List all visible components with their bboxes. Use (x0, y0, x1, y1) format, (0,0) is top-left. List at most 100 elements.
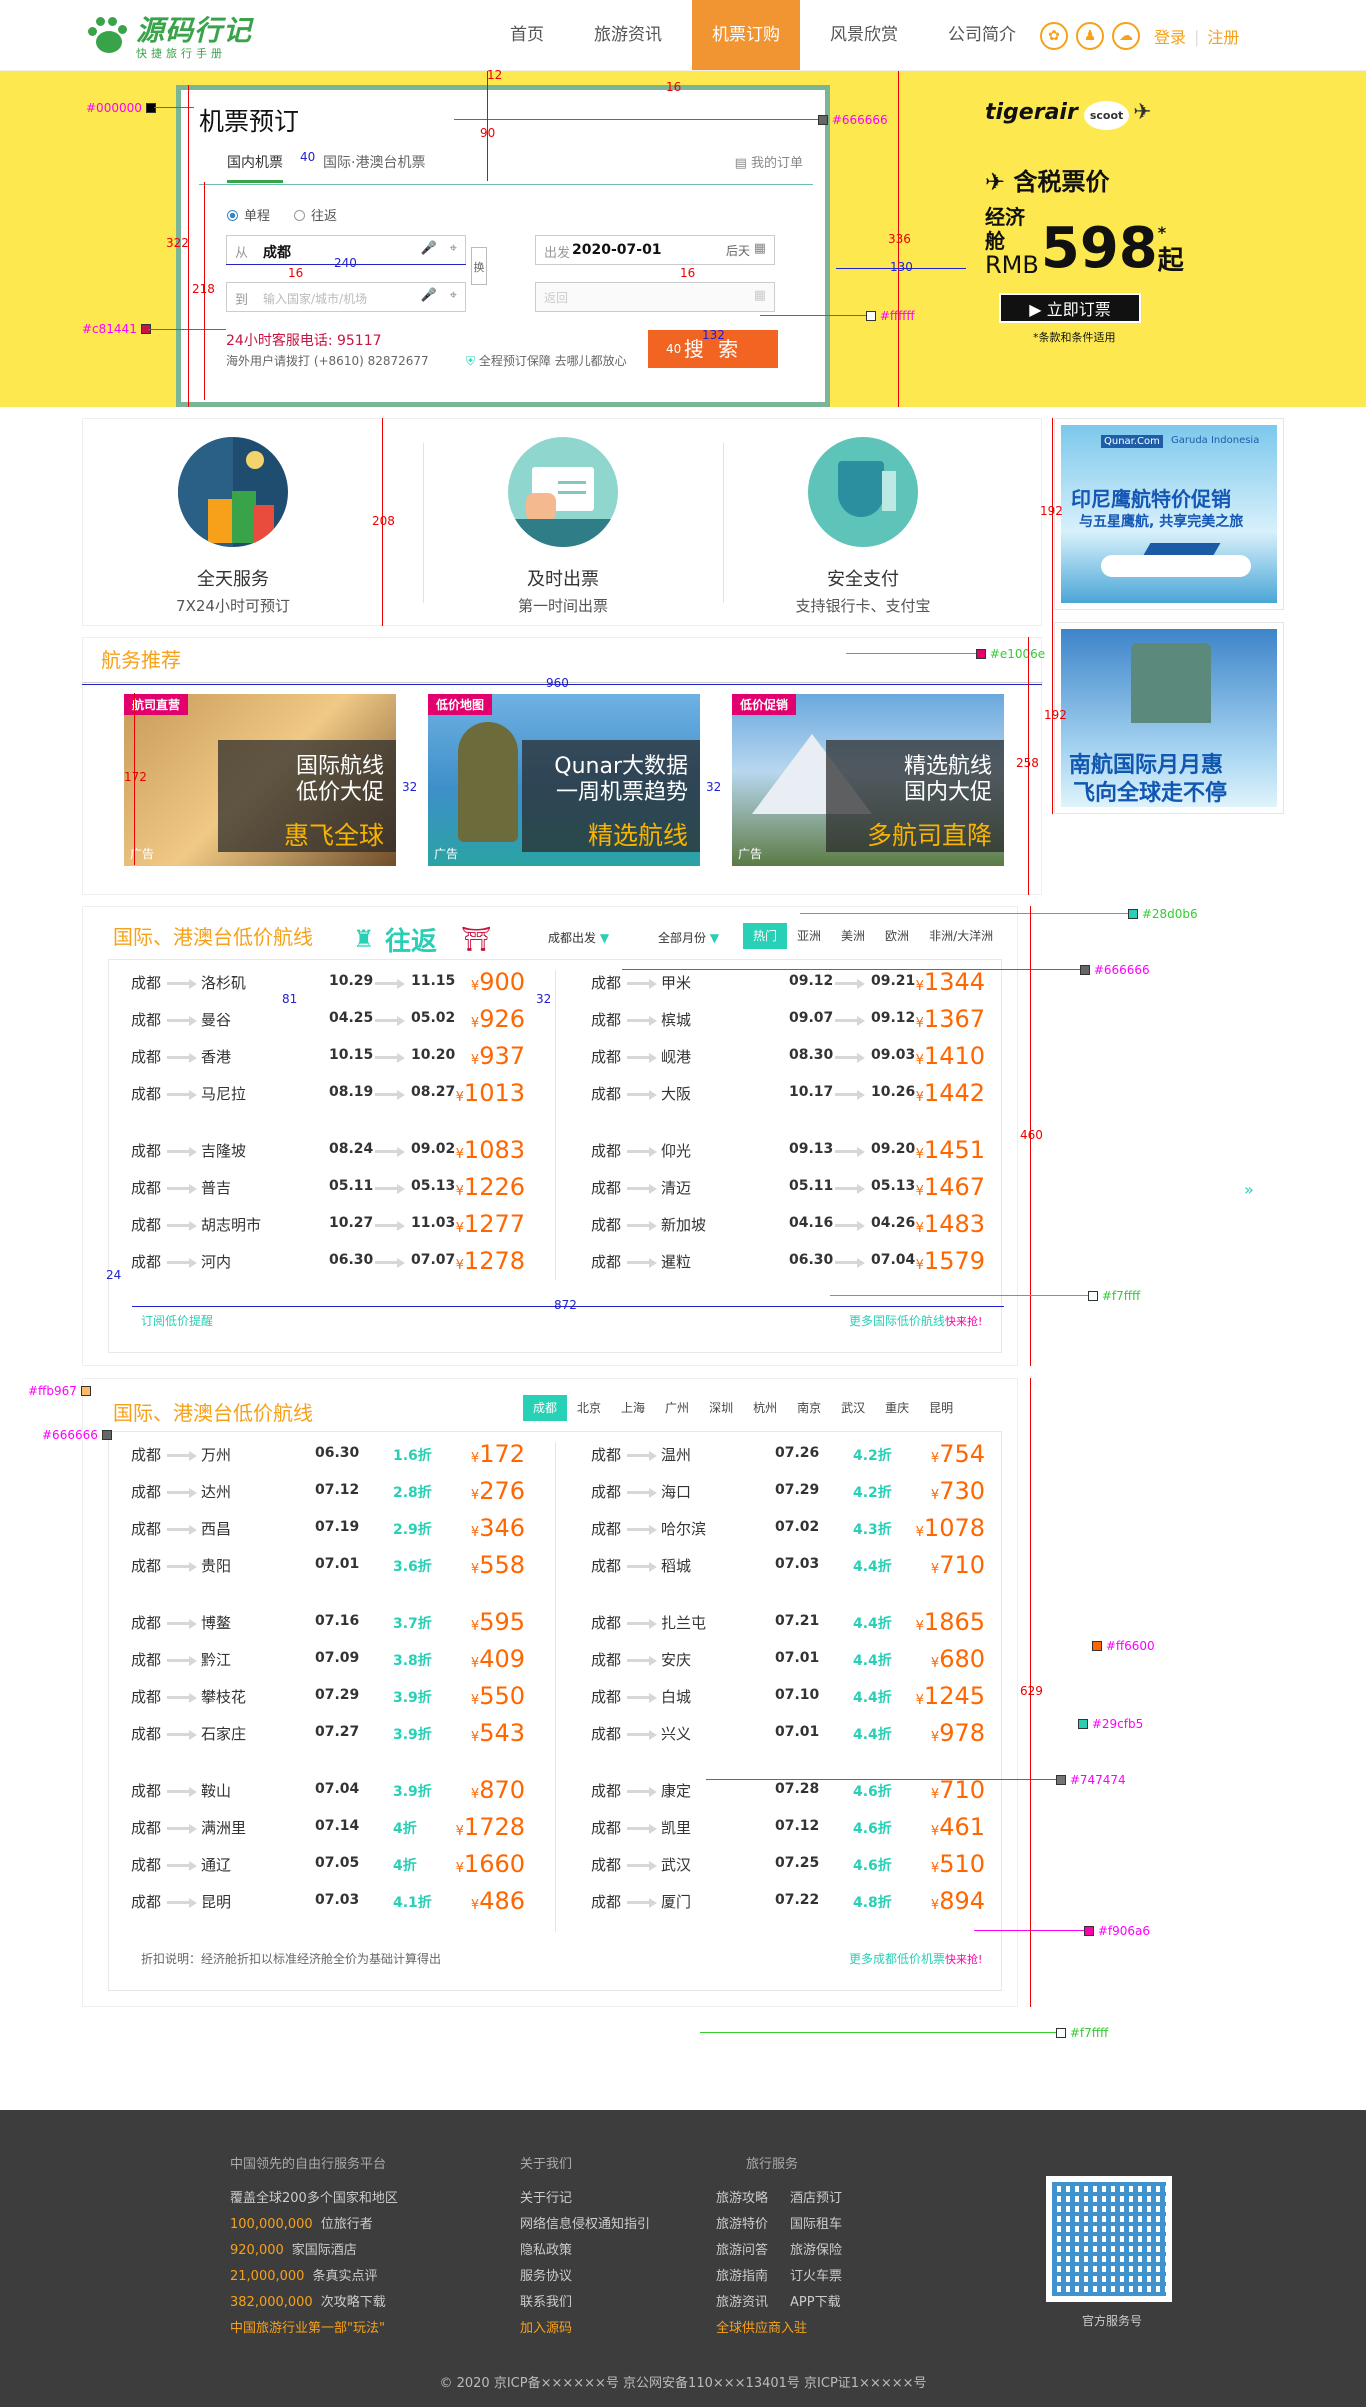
route-price[interactable]: ¥730 (931, 1477, 985, 1505)
route-row[interactable]: 成都 哈尔滨 07.02 4.3折 ¥1078 (591, 1514, 985, 1542)
microphone-icon[interactable]: 🎤 (421, 288, 437, 303)
route-price[interactable]: ¥680 (931, 1645, 985, 1673)
footer-link[interactable]: 旅游攻略 (716, 2186, 768, 2212)
more-domestic-link[interactable]: 更多成都低价机票快来抢! (849, 1950, 982, 1967)
route-price[interactable]: ¥1579 (916, 1247, 985, 1275)
route-row[interactable]: 成都 通辽 07.05 4折 ¥1660 (131, 1850, 525, 1878)
route-price[interactable]: ¥1083 (456, 1136, 525, 1164)
recommend-card[interactable]: 低价地图 Qunar大数据 一周机票趋势 精选航线 广告 (428, 694, 700, 866)
route-price[interactable]: ¥346 (471, 1514, 525, 1542)
footer-link[interactable]: 订火车票 (790, 2264, 842, 2290)
route-row[interactable]: 成都 清迈 05.11 05.13 ¥1467 (591, 1173, 985, 1201)
city-tab[interactable]: 深圳 (699, 1395, 743, 1421)
route-row[interactable]: 成都 西昌 07.19 2.9折 ¥346 (131, 1514, 525, 1542)
route-price[interactable]: ¥978 (931, 1719, 985, 1747)
route-price[interactable]: ¥510 (931, 1850, 985, 1878)
footer-link[interactable]: APP下载 (790, 2290, 842, 2316)
city-tab[interactable]: 北京 (567, 1395, 611, 1421)
route-row[interactable]: 成都 万州 06.30 1.6折 ¥172 (131, 1440, 525, 1468)
route-row[interactable]: 成都 贵阳 07.01 3.6折 ¥558 (131, 1551, 525, 1579)
route-row[interactable]: 成都 暹粒 06.30 07.04 ¥1579 (591, 1247, 985, 1275)
swap-cities-button[interactable]: 换 (471, 247, 487, 285)
route-row[interactable]: 成都 海口 07.29 4.2折 ¥730 (591, 1477, 985, 1505)
route-price[interactable]: ¥486 (471, 1887, 525, 1915)
route-price[interactable]: ¥1078 (916, 1514, 985, 1542)
city-tab[interactable]: 昆明 (919, 1395, 963, 1421)
route-row[interactable]: 成都 昆明 07.03 4.1折 ¥486 (131, 1887, 525, 1915)
route-row[interactable]: 成都 攀枝花 07.29 3.9折 ¥550 (131, 1682, 525, 1710)
route-row[interactable]: 成都 河内 06.30 07.07 ¥1278 (131, 1247, 525, 1275)
route-price[interactable]: ¥550 (471, 1682, 525, 1710)
route-price[interactable]: ¥1245 (916, 1682, 985, 1710)
route-row[interactable]: 成都 大阪 10.17 10.26 ¥1442 (591, 1079, 985, 1107)
route-row[interactable]: 成都 石家庄 07.27 3.9折 ¥543 (131, 1719, 525, 1747)
footer-link[interactable]: 网络信息侵权通知指引 (520, 2212, 650, 2238)
route-row[interactable]: 成都 扎兰屯 07.21 4.4折 ¥1865 (591, 1608, 985, 1636)
my-order-link[interactable]: ▤ 我的订单 (735, 152, 803, 171)
region-tab[interactable]: 亚洲 (787, 923, 831, 949)
city-tab[interactable]: 广州 (655, 1395, 699, 1421)
footer-link[interactable]: 旅游保险 (790, 2238, 842, 2264)
footer-link-join[interactable]: 加入源码 (520, 2316, 650, 2342)
route-price[interactable]: ¥276 (471, 1477, 525, 1505)
route-price[interactable]: ¥1467 (916, 1173, 985, 1201)
qq-icon[interactable]: ♟ (1076, 22, 1104, 50)
city-tab[interactable]: 武汉 (831, 1395, 875, 1421)
route-row[interactable]: 成都 厦门 07.22 4.8折 ¥894 (591, 1887, 985, 1915)
route-price[interactable]: ¥937 (471, 1042, 525, 1070)
nav-company[interactable]: 公司简介 (928, 0, 1036, 70)
radio-oneway[interactable]: 单程 (227, 205, 270, 224)
route-price[interactable]: ¥595 (471, 1608, 525, 1636)
route-price[interactable]: ¥1367 (916, 1005, 985, 1033)
route-row[interactable]: 成都 普吉 05.11 05.13 ¥1226 (131, 1173, 525, 1201)
region-tab[interactable]: 欧洲 (875, 923, 919, 949)
route-row[interactable]: 成都 新加坡 04.16 04.26 ¥1483 (591, 1210, 985, 1238)
depart-city-dropdown[interactable]: 成都出发 ▼ (548, 929, 609, 946)
route-price[interactable]: ¥1728 (456, 1813, 525, 1841)
footer-slogan[interactable]: 中国旅游行业第一部"玩法" (230, 2316, 398, 2342)
route-row[interactable]: 成都 白城 07.10 4.4折 ¥1245 (591, 1682, 985, 1710)
footer-link[interactable]: 旅游资讯 (716, 2290, 768, 2316)
route-row[interactable]: 成都 胡志明市 10.27 11.03 ¥1277 (131, 1210, 525, 1238)
to-field[interactable]: 到 输入国家/城市/机场 🎤 ⌖ (226, 282, 466, 312)
calendar-icon[interactable]: ▦ (754, 288, 766, 303)
nav-scenery[interactable]: 风景欣赏 (810, 0, 918, 70)
route-row[interactable]: 成都 岘港 08.30 09.03 ¥1410 (591, 1042, 985, 1070)
login-link[interactable]: 登录 (1154, 24, 1186, 48)
route-row[interactable]: 成都 稻城 07.03 4.4折 ¥710 (591, 1551, 985, 1579)
route-row[interactable]: 成都 达州 07.12 2.8折 ¥276 (131, 1477, 525, 1505)
depart-date-field[interactable]: 出发 2020-07-01 后天 ▦ (535, 235, 775, 265)
route-row[interactable]: 成都 温州 07.26 4.2折 ¥754 (591, 1440, 985, 1468)
route-row[interactable]: 成都 马尼拉 08.19 08.27 ¥1013 (131, 1079, 525, 1107)
side-ad-garuda[interactable]: Qunar.Com Garuda Indonesia 印尼鹰航特价促销 与五星鹰… (1054, 418, 1284, 610)
footer-link[interactable]: 服务协议 (520, 2264, 650, 2290)
route-price[interactable]: ¥1277 (456, 1210, 525, 1238)
route-price[interactable]: ¥754 (931, 1440, 985, 1468)
route-price[interactable]: ¥900 (471, 968, 525, 996)
nav-flight-booking[interactable]: 机票订购 (692, 0, 800, 70)
route-row[interactable]: 成都 洛杉矶 10.29 11.15 ¥900 (131, 968, 525, 996)
tigerair-promo[interactable]: tigerair scoot ✈ ✈ 含税票价 经济舱 RMB 598 * 起 ▶ … (985, 100, 1184, 345)
route-price[interactable]: ¥1226 (456, 1173, 525, 1201)
subscribe-link[interactable]: 订阅低价提醒 (141, 1312, 213, 1329)
microphone-icon[interactable]: 🎤 (421, 241, 437, 256)
city-tab[interactable]: 重庆 (875, 1395, 919, 1421)
route-price[interactable]: ¥710 (931, 1551, 985, 1579)
route-row[interactable]: 成都 武汉 07.25 4.6折 ¥510 (591, 1850, 985, 1878)
route-price[interactable]: ¥543 (471, 1719, 525, 1747)
route-row[interactable]: 成都 槟城 09.07 09.12 ¥1367 (591, 1005, 985, 1033)
recommend-card[interactable]: 低价促销 精选航线 国内大促 多航司直降 广告 (732, 694, 1004, 866)
location-pin-icon[interactable]: ⌖ (450, 241, 457, 256)
location-pin-icon[interactable]: ⌖ (450, 288, 457, 303)
route-price[interactable]: ¥870 (471, 1776, 525, 1804)
nav-home[interactable]: 首页 (490, 0, 564, 70)
tab-domestic[interactable]: 国内机票 (227, 152, 283, 183)
footer-link[interactable]: 关于行记 (520, 2186, 650, 2212)
nav-travel-news[interactable]: 旅游资讯 (574, 0, 682, 70)
route-price[interactable]: ¥1410 (916, 1042, 985, 1070)
route-row[interactable]: 成都 兴义 07.01 4.4折 ¥978 (591, 1719, 985, 1747)
wechat-icon[interactable]: ☁ (1112, 22, 1140, 50)
site-logo[interactable]: 源码行记 快捷旅行手册 (86, 10, 252, 60)
calendar-icon[interactable]: ▦ (754, 241, 766, 256)
radio-roundtrip[interactable]: 往返 (294, 205, 337, 224)
